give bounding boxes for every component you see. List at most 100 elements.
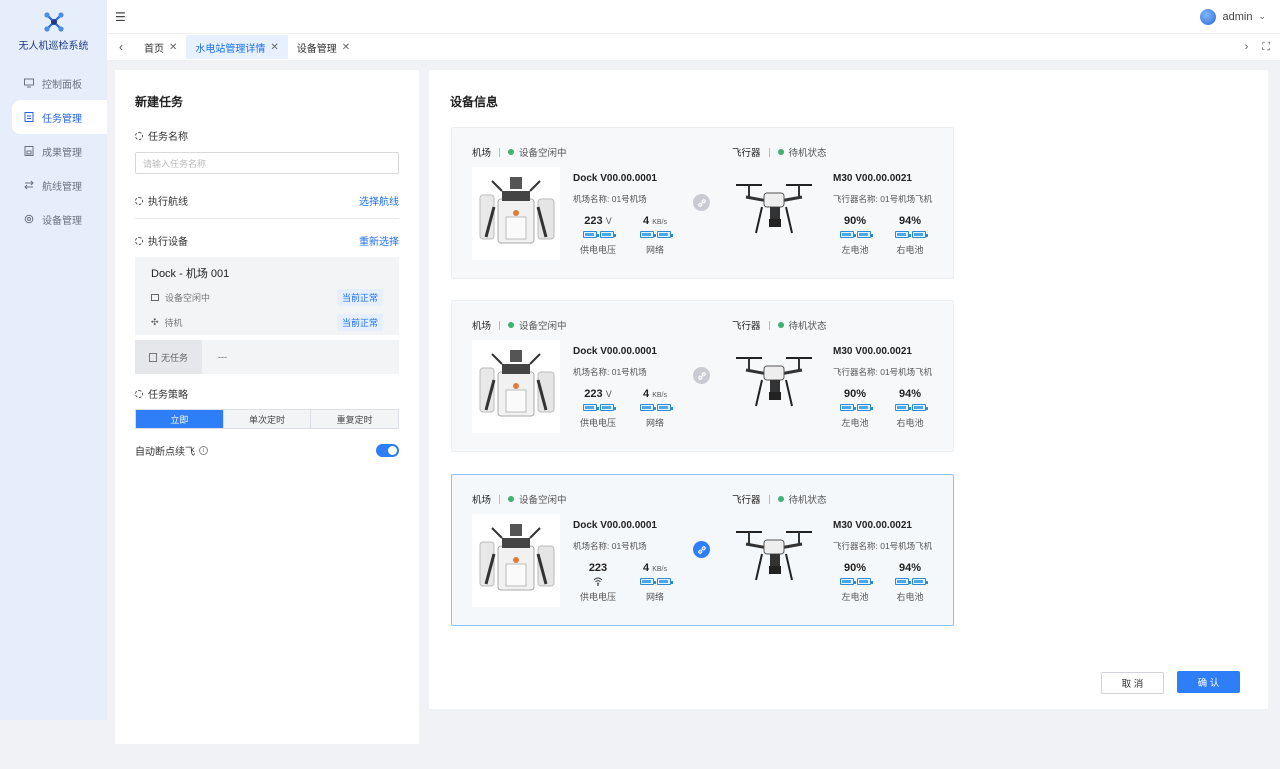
close-icon[interactable]: ✕ xyxy=(342,42,350,53)
device-card[interactable]: 机场 设备空闲中 飞行器 待机状态 Dock V00.00.0001 机场名称: 01号机… xyxy=(451,300,954,452)
sidebar-item-2[interactable]: 成果管理 xyxy=(0,134,107,168)
dock-name: 机场名称: 01号机场 xyxy=(573,541,647,551)
sidebar: 无人机巡检系统 控制面板 任务管理 成果管理 航线管理 设备管理 xyxy=(0,0,107,720)
sidebar-item-label: 设备管理 xyxy=(42,215,82,227)
status-dot xyxy=(508,149,515,155)
fullscreen-icon[interactable]: ⛶ xyxy=(1262,41,1270,54)
dock-header: 机场 设备空闲中 xyxy=(472,492,567,506)
task-name-input[interactable]: 请输入任务名称 xyxy=(135,152,399,174)
status-badge: 当前正常 xyxy=(336,289,383,306)
reselect-device-link[interactable]: 重新选择 xyxy=(359,233,399,248)
user-menu[interactable]: admin ⌄ xyxy=(1200,8,1266,25)
sidebar-item-label: 航线管理 xyxy=(42,181,82,193)
dock-status: 设备空闲中 xyxy=(519,321,567,332)
drone-header: 飞行器 待机状态 xyxy=(732,318,827,332)
battery-icon xyxy=(911,578,928,585)
sidebar-item-4[interactable]: 设备管理 xyxy=(0,202,107,236)
strategy-option-1[interactable]: 单次定时 xyxy=(223,410,312,428)
close-icon[interactable]: ✕ xyxy=(270,42,278,53)
left-battery-value: 90% xyxy=(843,388,867,400)
tab-2[interactable]: 设备管理 ✕ xyxy=(288,35,359,59)
voltage-value: 223 xyxy=(584,215,603,227)
left-battery-label: 左电池 xyxy=(841,245,869,255)
battery-icon xyxy=(911,231,928,238)
network-label: 网络 xyxy=(645,592,664,602)
voltage-label: 供电电压 xyxy=(579,245,616,255)
device-card[interactable]: 机场 设备空闲中 飞行器 待机状态 Dock V00.00.0001 机场名称: 01号机… xyxy=(451,127,954,279)
strategy-option-2[interactable]: 重复定时 xyxy=(311,410,399,428)
drone-name: 飞行器名称: 01号机场飞机 xyxy=(833,367,933,377)
dock-status: 设备空闲中 xyxy=(519,495,567,506)
voltage-metric: 223 供电电压 xyxy=(573,562,623,603)
close-icon[interactable]: ✕ xyxy=(169,42,177,53)
right-battery-value: 94% xyxy=(898,388,922,400)
section-bullet-icon xyxy=(135,131,143,140)
device-label: 执行设备 xyxy=(148,237,188,248)
link-icon[interactable] xyxy=(693,367,710,384)
battery-icon xyxy=(856,231,873,238)
network-unit: KB/s xyxy=(652,392,667,399)
left-battery-metric: 90% 左电池 xyxy=(830,215,880,256)
right-battery-label: 右电池 xyxy=(896,418,924,428)
strategy-option-0[interactable]: 立即 xyxy=(136,410,224,428)
drone-model: M30 V00.00.0021 xyxy=(833,346,912,357)
tab-0[interactable]: 首页 ✕ xyxy=(135,35,186,59)
right-battery-metric: 94% 右电池 xyxy=(885,388,935,429)
left-battery-metric: 90% 左电池 xyxy=(830,562,880,603)
drone-name: 飞行器名称: 01号机场飞机 xyxy=(833,541,933,551)
menu-toggle-icon[interactable]: ☰ xyxy=(115,10,126,24)
right-battery-metric: 94% 右电池 xyxy=(885,215,935,256)
drone-image xyxy=(732,173,816,243)
voltage-unit: V xyxy=(605,389,612,399)
dock-model: Dock V00.00.0001 xyxy=(573,346,657,357)
section-bullet-icon xyxy=(135,236,143,245)
info-icon[interactable]: i xyxy=(199,446,208,455)
network-value: 4 xyxy=(643,215,650,227)
sidebar-item-3[interactable]: 航线管理 xyxy=(0,168,107,202)
network-metric: 4 KB/s 网络 xyxy=(630,562,680,603)
network-indicator-icon xyxy=(656,231,673,238)
battery-icon xyxy=(911,404,928,411)
tab-label: 水电站管理详情 xyxy=(195,43,266,55)
link-icon[interactable] xyxy=(693,541,710,558)
auto-resume-toggle[interactable] xyxy=(376,444,399,457)
section-bullet-icon xyxy=(135,196,143,205)
sidebar-item-0[interactable]: 控制面板 xyxy=(0,66,107,100)
section-bullet-icon xyxy=(135,389,143,398)
chevron-down-icon: ⌄ xyxy=(1258,11,1266,21)
tab-1[interactable]: 水电站管理详情 ✕ xyxy=(186,35,288,59)
drone-header: 飞行器 待机状态 xyxy=(732,492,827,506)
left-battery-metric: 90% 左电池 xyxy=(830,388,880,429)
tab-label: 首页 xyxy=(144,43,164,55)
device-card[interactable]: 机场 设备空闲中 飞行器 待机状态 Dock V00.00.0001 机场名称: 01号机… xyxy=(451,474,954,626)
status-dot xyxy=(777,496,784,502)
dock-device-icon xyxy=(151,294,159,301)
tabs-tools: › ⛶ xyxy=(1245,41,1280,54)
monitor-icon xyxy=(24,78,34,88)
battery-icon xyxy=(856,404,873,411)
drone-status: 待机状态 xyxy=(788,321,827,332)
tabs-scroll-right-icon[interactable]: › xyxy=(1245,41,1249,54)
sidebar-item-1[interactable]: 任务管理 xyxy=(12,100,107,134)
network-indicator-icon xyxy=(656,404,673,411)
sidebar-item-label: 成果管理 xyxy=(42,147,82,159)
tabs-scroll-left-icon[interactable]: ‹ xyxy=(107,40,135,54)
drone-status: 待机状态 xyxy=(788,495,827,506)
select-route-link[interactable]: 选择航线 xyxy=(359,193,399,208)
left-battery-value: 90% xyxy=(843,215,867,227)
current-task-box: 无任务 --- xyxy=(135,340,399,374)
sidebar-item-label: 控制面板 xyxy=(42,79,82,91)
drone-label: 飞行器 xyxy=(732,321,761,332)
confirm-button[interactable]: 确 认 xyxy=(1177,671,1240,693)
left-battery-label: 左电池 xyxy=(841,592,869,602)
link-icon[interactable] xyxy=(693,194,710,211)
drone-header: 飞行器 待机状态 xyxy=(732,145,827,159)
battery-icon xyxy=(582,231,599,238)
avatar xyxy=(1200,8,1217,25)
battery-icon xyxy=(839,231,856,238)
device-info-panel: 设备信息 机场 设备空闲中 飞行器 待机状态 Dock V00.00.0001 机场名称:… xyxy=(429,70,1268,709)
cancel-button[interactable]: 取 消 xyxy=(1101,672,1164,694)
dock-model: Dock V00.00.0001 xyxy=(573,173,657,184)
drone-icon: ✣ xyxy=(151,317,159,327)
task-icon xyxy=(24,112,34,122)
